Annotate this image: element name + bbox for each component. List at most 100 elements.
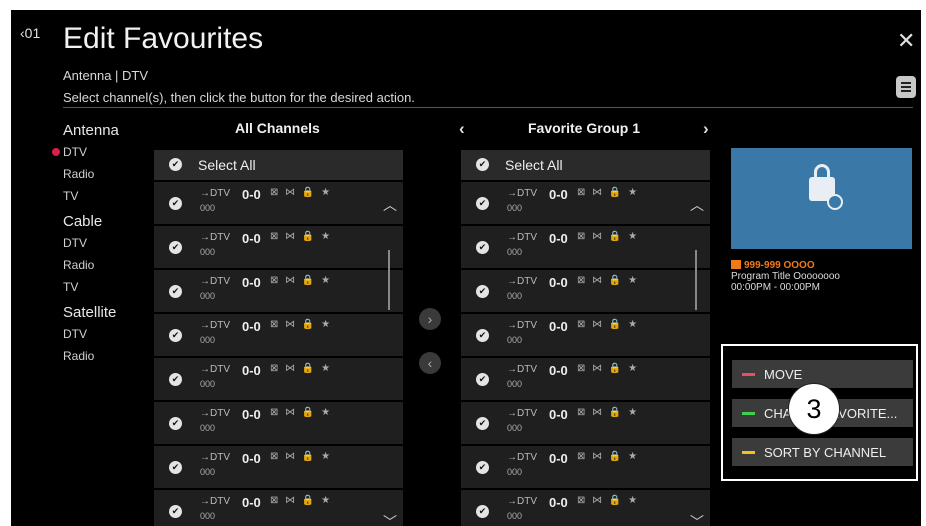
chevron-down-icon[interactable]: ﹀	[383, 512, 397, 526]
channel-row[interactable]: ✔ →DTV 0-0 ⊠ ⋈ 🔒 ★ 000	[461, 356, 710, 400]
channel-number: 0-0	[549, 231, 568, 246]
antenna-label: →DTV	[200, 408, 230, 419]
channel-row[interactable]: ✔ →DTV 0-0 ⊠ ⋈ 🔒 ★ 000	[461, 488, 710, 526]
check-icon: ✔	[169, 505, 182, 518]
close-icon[interactable]: ✕	[897, 28, 915, 54]
check-icon: ✔	[169, 329, 182, 342]
check-icon: ✔	[476, 417, 489, 430]
tv-screen: ‹01 Edit Favourites ✕ Antenna | DTV Sele…	[11, 10, 921, 526]
channel-status-icons: ⊠ ⋈ 🔒 ★	[270, 363, 333, 374]
callout-3: 3	[788, 383, 840, 435]
channel-row[interactable]: ✔ →DTV 0-0 ⊠ ⋈ 🔒 ★ 000	[154, 312, 403, 356]
antenna-label: →DTV	[507, 496, 537, 507]
select-all-left[interactable]: ✔ Select All	[154, 150, 403, 180]
channel-row[interactable]: ✔ →DTV 0-0 ⊠ ⋈ 🔒 ★ 000	[154, 224, 403, 268]
favorite-channels-list: ✔ Select All ✔ →DTV 0-0 ⊠ ⋈ 🔒 ★ 000 ✔ →DTV 0-0 ⊠…	[461, 150, 710, 526]
program-time: 00:00PM - 00:00PM	[731, 282, 820, 293]
channel-row[interactable]: ✔ →DTV 0-0 ⊠ ⋈ 🔒 ★ 000	[154, 488, 403, 526]
program-info: 999-999 OOOO Program Title Oooooooo 00:0…	[731, 260, 840, 293]
channel-number: 0-0	[549, 495, 568, 510]
channel-number: 0-0	[242, 187, 261, 202]
scrollbar-right[interactable]	[695, 250, 697, 310]
channel-row[interactable]: ✔ →DTV 0-0 ⊠ ⋈ 🔒 ★ 000	[461, 180, 710, 224]
channel-status-icons: ⊠ ⋈ 🔒 ★	[577, 231, 640, 242]
channel-row[interactable]: ✔ →DTV 0-0 ⊠ ⋈ 🔒 ★ 000	[154, 444, 403, 488]
prev-group-arrow[interactable]: ‹	[459, 119, 465, 139]
antenna-label: →DTV	[507, 364, 537, 375]
channel-name: 000	[200, 247, 216, 257]
source-item-satellite-radio[interactable]: Radio	[63, 345, 153, 367]
channel-status-icons: ⊠ ⋈ 🔒 ★	[577, 363, 640, 374]
remove-from-favorite-button[interactable]: ‹	[419, 352, 441, 374]
antenna-label: →DTV	[507, 452, 537, 463]
channel-status-icons: ⊠ ⋈ 🔒 ★	[577, 275, 640, 286]
channel-number: 0-0	[242, 495, 261, 510]
select-all-label: Select All	[198, 157, 256, 173]
channel-row[interactable]: ✔ →DTV 0-0 ⊠ ⋈ 🔒 ★ 000	[461, 312, 710, 356]
source-item-cable-tv[interactable]: TV	[63, 276, 153, 298]
favorite-group-title: Favorite Group 1	[528, 120, 641, 136]
source-item-satellite-dtv[interactable]: DTV	[63, 323, 153, 345]
channel-number: 0-0	[242, 363, 261, 378]
channel-row[interactable]: ✔ →DTV 0-0 ⊠ ⋈ 🔒 ★ 000	[461, 268, 710, 312]
check-icon: ✔	[476, 197, 489, 210]
select-all-label: Select All	[505, 157, 563, 173]
all-channels-title: All Channels	[235, 120, 320, 136]
chevron-up-icon[interactable]: ︿	[383, 195, 397, 215]
red-key-icon	[742, 373, 755, 376]
sort-by-channel-button[interactable]: SORT BY CHANNEL	[732, 438, 913, 466]
source-item-cable-dtv[interactable]: DTV	[63, 232, 153, 254]
select-all-right[interactable]: ✔ Select All	[461, 150, 710, 180]
antenna-label: →DTV	[507, 276, 537, 287]
source-item-antenna-dtv[interactable]: DTV	[63, 141, 153, 163]
channel-row[interactable]: ✔ →DTV 0-0 ⊠ ⋈ 🔒 ★ 000	[154, 356, 403, 400]
channel-row[interactable]: ✔ →DTV 0-0 ⊠ ⋈ 🔒 ★ 000	[461, 400, 710, 444]
channel-name: 000	[507, 247, 523, 257]
source-item-cable-radio[interactable]: Radio	[63, 254, 153, 276]
source-item-antenna-radio[interactable]: Radio	[63, 163, 153, 185]
antenna-label: →DTV	[507, 320, 537, 331]
source-cable-label: Cable	[63, 213, 103, 230]
channel-name: 000	[200, 291, 216, 301]
channel-name: 000	[200, 511, 216, 521]
green-key-icon	[742, 412, 755, 415]
channel-name: 000	[200, 423, 216, 433]
program-title: Program Title Oooooooo	[731, 271, 840, 282]
antenna-label: →DTV	[200, 232, 230, 243]
check-icon: ✔	[169, 241, 182, 254]
source-antenna-label: Antenna	[63, 122, 119, 139]
antenna-label: →DTV	[507, 408, 537, 419]
channel-status-icons: ⊠ ⋈ 🔒 ★	[270, 407, 333, 418]
channel-number: 0-0	[549, 363, 568, 378]
channel-row[interactable]: ✔ →DTV 0-0 ⊠ ⋈ 🔒 ★ 000	[154, 400, 403, 444]
check-icon: ✔	[169, 285, 182, 298]
check-icon: ✔	[169, 158, 182, 171]
chevron-down-icon[interactable]: ﹀	[690, 512, 704, 526]
antenna-label: →DTV	[200, 276, 230, 287]
channel-status-icons: ⊠ ⋈ 🔒 ★	[577, 495, 640, 506]
source-item-antenna-tv[interactable]: TV	[63, 185, 153, 207]
channel-row[interactable]: ✔ →DTV 0-0 ⊠ ⋈ 🔒 ★ 000	[461, 444, 710, 488]
chevron-up-icon[interactable]: ︿	[690, 195, 704, 215]
check-icon: ✔	[476, 329, 489, 342]
antenna-label: →DTV	[200, 364, 230, 375]
channel-number: 0-0	[242, 231, 261, 246]
channel-row[interactable]: ✔ →DTV 0-0 ⊠ ⋈ 🔒 ★ 000	[461, 224, 710, 268]
guide-icon[interactable]	[896, 76, 916, 98]
channel-status-icons: ⊠ ⋈ 🔒 ★	[577, 187, 640, 198]
channel-status-icons: ⊠ ⋈ 🔒 ★	[577, 451, 640, 462]
channel-status-icons: ⊠ ⋈ 🔒 ★	[270, 275, 333, 286]
channel-row[interactable]: ✔ →DTV 0-0 ⊠ ⋈ 🔒 ★ 000	[154, 180, 403, 224]
next-group-arrow[interactable]: ›	[703, 119, 709, 139]
add-to-favorite-button[interactable]: ›	[419, 308, 441, 330]
channel-name: 000	[507, 203, 523, 213]
scrollbar-left[interactable]	[388, 250, 390, 310]
channel-name: 000	[507, 423, 523, 433]
antenna-label: →DTV	[200, 452, 230, 463]
check-icon: ✔	[476, 373, 489, 386]
antenna-label: →DTV	[200, 496, 230, 507]
channel-name: 000	[200, 467, 216, 477]
channel-number: 0-0	[549, 187, 568, 202]
channel-status-icons: ⊠ ⋈ 🔒 ★	[577, 407, 640, 418]
channel-row[interactable]: ✔ →DTV 0-0 ⊠ ⋈ 🔒 ★ 000	[154, 268, 403, 312]
